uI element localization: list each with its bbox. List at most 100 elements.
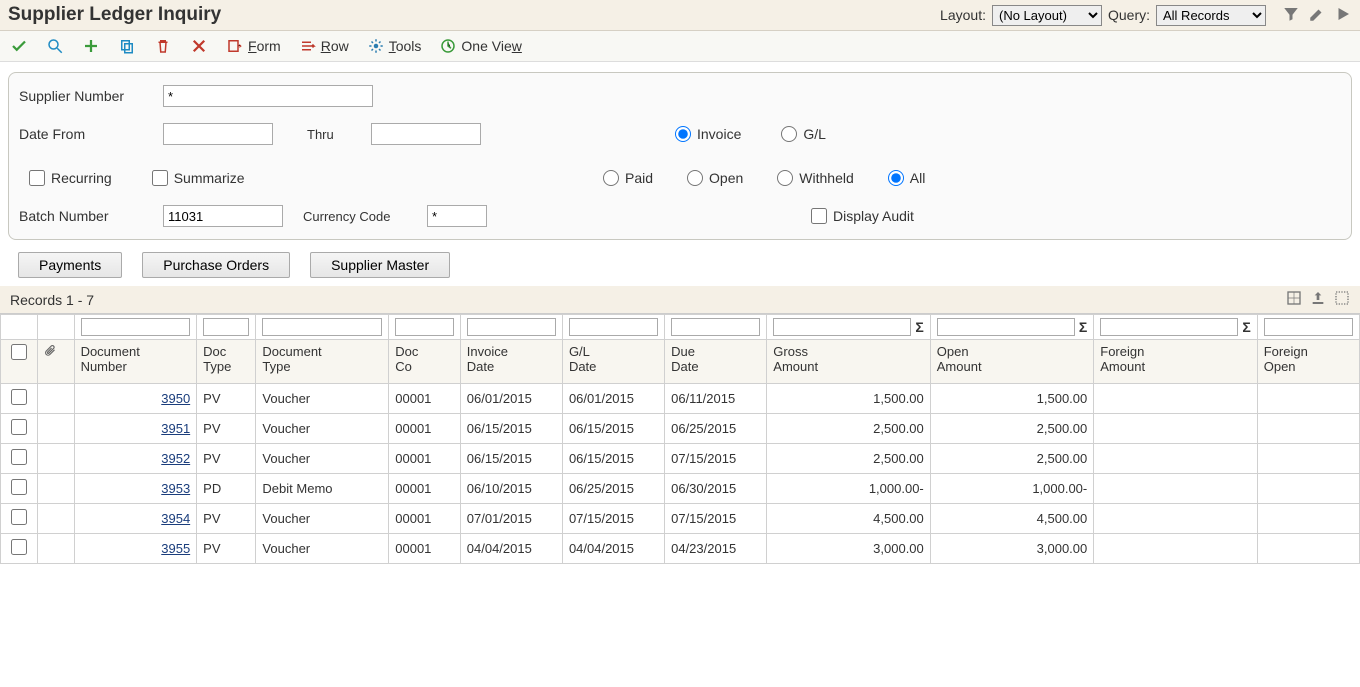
row-menu[interactable]: Row (299, 37, 349, 55)
sum-icon[interactable]: Σ (1079, 319, 1087, 335)
table-row[interactable]: 3955PVVoucher0000104/04/201504/04/201504… (1, 534, 1360, 564)
radio-withheld[interactable] (777, 170, 793, 186)
radio-gl[interactable] (781, 126, 797, 142)
col-due-date[interactable]: DueDate (665, 340, 767, 384)
filter-due-date[interactable] (671, 318, 760, 336)
cell-foreign-open (1257, 414, 1359, 444)
payments-button[interactable]: Payments (18, 252, 122, 278)
row-checkbox[interactable] (11, 419, 27, 435)
copy-icon[interactable] (118, 37, 136, 55)
delete-icon[interactable] (154, 37, 172, 55)
play-icon[interactable] (1334, 5, 1352, 26)
radio-invoice[interactable] (675, 126, 691, 142)
col-gross[interactable]: GrossAmount (767, 340, 930, 384)
currency-code-label: Currency Code (303, 209, 413, 224)
pencil-icon[interactable] (1308, 5, 1326, 26)
attachment-icon[interactable] (44, 346, 58, 361)
tools-menu[interactable]: Tools (367, 37, 422, 55)
filter-foreign-open[interactable] (1264, 318, 1353, 336)
batch-number-input[interactable] (163, 205, 283, 227)
row-checkbox[interactable] (11, 539, 27, 555)
cell-gross: 4,500.00 (767, 504, 930, 534)
col-foreign[interactable]: ForeignAmount (1094, 340, 1257, 384)
cell-due-date: 07/15/2015 (665, 444, 767, 474)
filter-gross[interactable] (773, 318, 911, 336)
table-row[interactable]: 3953PDDebit Memo0000106/10/201506/25/201… (1, 474, 1360, 504)
check-summarize[interactable] (152, 170, 168, 186)
oneview-menu[interactable]: One View (439, 37, 521, 55)
filter-gl-date[interactable] (569, 318, 658, 336)
filter-foreign[interactable] (1100, 318, 1238, 336)
doc-number-link[interactable]: 3950 (81, 391, 191, 406)
sum-icon[interactable]: Σ (915, 319, 923, 335)
cell-doc-typ: PV (197, 444, 256, 474)
cell-invoice-date: 06/10/2015 (460, 474, 562, 504)
supplier-number-input[interactable] (163, 85, 373, 107)
supplier-master-button[interactable]: Supplier Master (310, 252, 450, 278)
sum-icon[interactable]: Σ (1242, 319, 1250, 335)
col-foreign-open[interactable]: ForeignOpen (1257, 340, 1359, 384)
doc-number-link[interactable]: 3955 (81, 541, 191, 556)
date-from-input[interactable] (163, 123, 273, 145)
data-grid: Σ Σ Σ DocumentNumber DocType DocumentTyp… (0, 314, 1360, 564)
cell-doc-typ: PV (197, 414, 256, 444)
filter-doc-co[interactable] (395, 318, 454, 336)
purchase-orders-button[interactable]: Purchase Orders (142, 252, 290, 278)
table-row[interactable]: 3954PVVoucher0000107/01/201507/15/201507… (1, 504, 1360, 534)
cell-doc-co: 00001 (389, 444, 461, 474)
row-checkbox[interactable] (11, 479, 27, 495)
table-row[interactable]: 3952PVVoucher0000106/15/201506/15/201507… (1, 444, 1360, 474)
radio-all[interactable] (888, 170, 904, 186)
customize-grid-icon[interactable] (1286, 290, 1302, 309)
cell-doc-type: Voucher (256, 504, 389, 534)
filter-invoice-date[interactable] (467, 318, 556, 336)
filter-doc-number[interactable] (81, 318, 191, 336)
funnel-icon[interactable] (1282, 5, 1300, 26)
export-icon[interactable] (1310, 290, 1326, 309)
layout-select[interactable]: (No Layout) (992, 5, 1102, 26)
col-doc-type[interactable]: DocumentType (256, 340, 389, 384)
col-gl-date[interactable]: G/LDate (562, 340, 664, 384)
col-invoice-date[interactable]: InvoiceDate (460, 340, 562, 384)
doc-number-link[interactable]: 3954 (81, 511, 191, 526)
page-title: Supplier Ledger Inquiry (8, 4, 940, 26)
search-icon[interactable] (46, 37, 64, 55)
currency-code-input[interactable] (427, 205, 487, 227)
add-icon[interactable] (82, 37, 100, 55)
filter-doc-type[interactable] (262, 318, 382, 336)
close-icon[interactable] (190, 37, 208, 55)
row-checkbox[interactable] (11, 389, 27, 405)
col-doc-typ[interactable]: DocType (197, 340, 256, 384)
cell-invoice-date: 06/01/2015 (460, 384, 562, 414)
filter-open[interactable] (937, 318, 1075, 336)
cell-open-amt: 4,500.00 (930, 504, 1093, 534)
date-thru-input[interactable] (371, 123, 481, 145)
query-select[interactable]: All Records (1156, 5, 1266, 26)
radio-paid[interactable] (603, 170, 619, 186)
col-open-amt[interactable]: OpenAmount (930, 340, 1093, 384)
col-doc-number[interactable]: DocumentNumber (74, 340, 197, 384)
filter-doc-typ[interactable] (203, 318, 249, 336)
col-doc-co[interactable]: DocCo (389, 340, 461, 384)
thru-label: Thru (307, 127, 357, 142)
maximize-icon[interactable] (1334, 290, 1350, 309)
select-all-checkbox[interactable] (11, 344, 27, 360)
ok-icon[interactable] (10, 37, 28, 55)
table-row[interactable]: 3950PVVoucher0000106/01/201506/01/201506… (1, 384, 1360, 414)
doc-number-link[interactable]: 3951 (81, 421, 191, 436)
cell-gross: 1,000.00- (767, 474, 930, 504)
check-display-audit[interactable] (811, 208, 827, 224)
doc-number-link[interactable]: 3953 (81, 481, 191, 496)
records-count: Records 1 - 7 (10, 292, 94, 308)
radio-open[interactable] (687, 170, 703, 186)
summarize-label: Summarize (174, 170, 245, 186)
check-recurring[interactable] (29, 170, 45, 186)
row-checkbox[interactable] (11, 509, 27, 525)
doc-number-link[interactable]: 3952 (81, 451, 191, 466)
cell-foreign (1094, 444, 1257, 474)
table-row[interactable]: 3951PVVoucher0000106/15/201506/15/201506… (1, 414, 1360, 444)
recurring-label: Recurring (51, 170, 112, 186)
row-checkbox[interactable] (11, 449, 27, 465)
form-menu[interactable]: Form (226, 37, 281, 55)
layout-label: Layout: (940, 7, 986, 23)
